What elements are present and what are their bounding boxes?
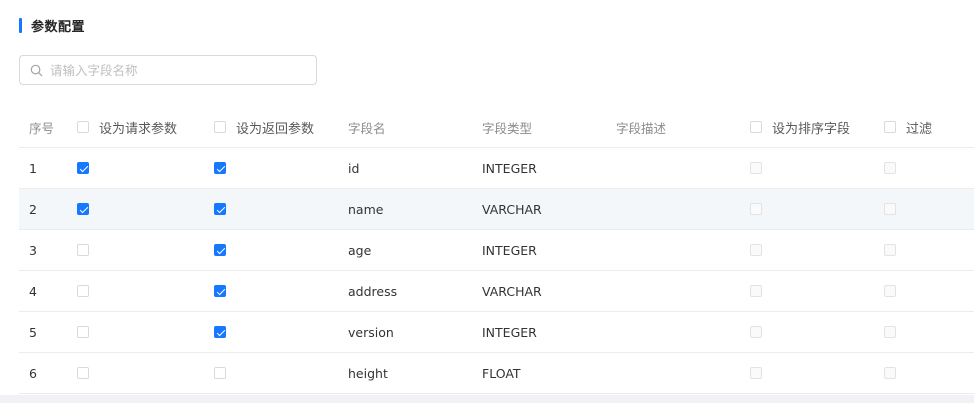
header-filter: 过滤	[884, 107, 932, 147]
request-param-cell	[77, 271, 89, 311]
filter-cell	[884, 189, 896, 229]
field-type: VARCHAR	[482, 283, 542, 299]
return-param-cell	[214, 148, 226, 188]
row-index: 1	[29, 160, 37, 176]
field-name-search-input[interactable]	[50, 62, 300, 78]
table-row: 1 id INTEGER	[19, 148, 974, 189]
row-index: 2	[29, 201, 37, 217]
field-type: INTEGER	[482, 242, 537, 258]
filter-checkbox	[884, 367, 896, 379]
header-return-label: 设为返回参数	[236, 121, 315, 137]
filter-cell	[884, 353, 896, 393]
return-param-checkbox[interactable]	[214, 162, 226, 174]
sort-field-cell	[750, 312, 762, 352]
header-field-desc: 字段描述	[616, 120, 667, 136]
request-param-checkbox[interactable]	[77, 203, 89, 215]
search-box[interactable]	[19, 55, 317, 85]
select-all-sort-checkbox[interactable]	[750, 121, 762, 133]
return-param-cell	[214, 230, 226, 270]
request-param-checkbox[interactable]	[77, 285, 89, 297]
sort-field-checkbox	[750, 326, 762, 338]
sort-field-cell	[750, 148, 762, 188]
field-name: id	[348, 160, 360, 176]
header-return-param: 设为返回参数	[214, 107, 314, 147]
sort-field-cell	[750, 271, 762, 311]
header-filter-label: 过滤	[906, 121, 933, 137]
return-param-cell	[214, 271, 226, 311]
table-row: 2 name VARCHAR	[19, 189, 974, 230]
return-param-checkbox[interactable]	[214, 203, 226, 215]
filter-checkbox	[884, 285, 896, 297]
filter-checkbox	[884, 203, 896, 215]
table-row: 6 height FLOAT	[19, 353, 974, 394]
request-param-cell	[77, 312, 89, 352]
header-request-label: 设为请求参数	[99, 121, 178, 137]
table-row: 4 address VARCHAR	[19, 271, 974, 312]
field-name: height	[348, 365, 388, 381]
request-param-checkbox[interactable]	[77, 326, 89, 338]
table-row: 3 age INTEGER	[19, 230, 974, 271]
sort-field-checkbox	[750, 162, 762, 174]
sort-field-checkbox	[750, 244, 762, 256]
field-name: age	[348, 242, 372, 258]
request-param-cell	[77, 189, 89, 229]
request-param-cell	[77, 230, 89, 270]
filter-checkbox	[884, 244, 896, 256]
section-header: 参数配置	[19, 15, 85, 35]
return-param-checkbox[interactable]	[214, 244, 226, 256]
table-row: 5 version INTEGER	[19, 312, 974, 353]
row-index: 4	[29, 283, 37, 299]
sort-field-cell	[750, 189, 762, 229]
header-index: 序号	[29, 120, 55, 136]
request-param-cell	[77, 353, 89, 393]
section-title: 参数配置	[31, 19, 86, 35]
return-param-cell	[214, 189, 226, 229]
params-table: 序号 设为请求参数 设为返回参数 字段名 字段类型 字段描述 设为排序字段 过滤…	[19, 107, 974, 394]
row-index: 5	[29, 324, 37, 340]
field-type: INTEGER	[482, 324, 537, 340]
filter-checkbox	[884, 326, 896, 338]
field-type: INTEGER	[482, 160, 537, 176]
table-header-row: 序号 设为请求参数 设为返回参数 字段名 字段类型 字段描述 设为排序字段 过滤	[19, 107, 974, 148]
filter-cell	[884, 230, 896, 270]
header-sort-field: 设为排序字段	[750, 107, 850, 147]
section-accent-bar	[19, 17, 22, 33]
filter-cell	[884, 312, 896, 352]
table-body: 1 id INTEGER 2 name VARCHAR 3 age INTEGER 4 addres…	[19, 148, 974, 394]
field-type: FLOAT	[482, 365, 521, 381]
filter-checkbox	[884, 162, 896, 174]
filter-cell	[884, 148, 896, 188]
row-index: 3	[29, 242, 37, 258]
sort-field-checkbox	[750, 367, 762, 379]
header-request-param: 设为请求参数	[77, 107, 177, 147]
row-index: 6	[29, 365, 37, 381]
search-icon	[30, 64, 43, 76]
header-field-name: 字段名	[348, 120, 386, 136]
sort-field-checkbox	[750, 203, 762, 215]
table-bottom-scroll-area	[0, 395, 974, 403]
field-name: name	[348, 201, 384, 217]
return-param-checkbox[interactable]	[214, 367, 226, 379]
sort-field-checkbox	[750, 285, 762, 297]
field-name: address	[348, 283, 398, 299]
request-param-cell	[77, 148, 89, 188]
return-param-checkbox[interactable]	[214, 285, 226, 297]
select-all-return-checkbox[interactable]	[214, 121, 226, 133]
return-param-cell	[214, 353, 226, 393]
filter-cell	[884, 271, 896, 311]
field-type: VARCHAR	[482, 201, 542, 217]
field-name: version	[348, 324, 394, 340]
return-param-checkbox[interactable]	[214, 326, 226, 338]
request-param-checkbox[interactable]	[77, 244, 89, 256]
sort-field-cell	[750, 353, 762, 393]
return-param-cell	[214, 312, 226, 352]
select-all-filter-checkbox[interactable]	[884, 121, 896, 133]
header-field-type: 字段类型	[482, 120, 533, 136]
select-all-request-checkbox[interactable]	[77, 121, 89, 133]
header-sort-label: 设为排序字段	[772, 121, 851, 137]
param-config-page: 参数配置 序号 设为请求参数 设为返回参数 字段名 字段类型 字段描述 设为排序…	[0, 0, 974, 403]
sort-field-cell	[750, 230, 762, 270]
request-param-checkbox[interactable]	[77, 367, 89, 379]
request-param-checkbox[interactable]	[77, 162, 89, 174]
